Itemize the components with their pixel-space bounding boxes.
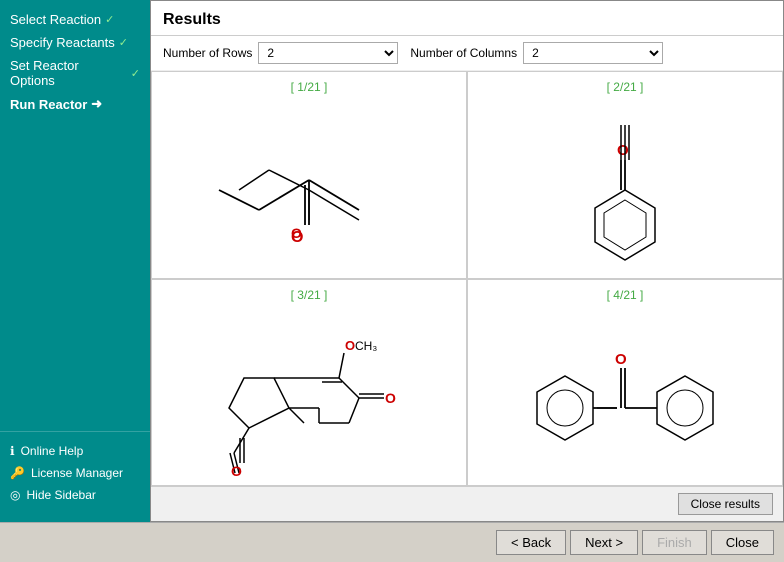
molecule-2: O (476, 100, 774, 280)
set-reactor-check: ✓ (131, 67, 140, 80)
svg-text:O: O (385, 390, 396, 406)
sidebar-item-set-reactor-options[interactable]: Set Reactor Options ✓ (0, 54, 150, 92)
app-container: Select Reaction ✓ Specify Reactants ✓ Se… (0, 0, 784, 562)
sidebar-item-label: Run Reactor (10, 97, 87, 112)
content-area: Results Number of Rows 2 1 3 4 Number of… (150, 0, 784, 522)
result-cell-3: [ 3/21 ] (151, 279, 467, 487)
specify-reactants-check: ✓ (119, 36, 128, 49)
license-manager-item[interactable]: 🔑 License Manager (0, 462, 150, 484)
online-help-item[interactable]: ℹ Online Help (0, 440, 150, 462)
run-reactor-arrow: ➜ (91, 96, 102, 112)
help-icon: ℹ (10, 444, 15, 458)
molecule-3: O O CH₃ (160, 308, 458, 487)
rows-label: Number of Rows (163, 46, 252, 60)
rows-select[interactable]: 2 1 3 4 (258, 42, 398, 64)
result-cell-4: [ 4/21 ] (467, 279, 783, 487)
cols-label: Number of Columns (410, 46, 517, 60)
sidebar-item-label: Select Reaction (10, 12, 101, 27)
svg-text:O: O (291, 229, 303, 246)
sidebar-item-select-reaction[interactable]: Select Reaction ✓ (0, 8, 150, 31)
result-cell-2: [ 2/21 ] (467, 71, 783, 279)
results-title: Results (151, 1, 783, 36)
rows-control: Number of Rows 2 1 3 4 (163, 42, 398, 64)
sidebar: Select Reaction ✓ Specify Reactants ✓ Se… (0, 0, 150, 522)
hide-sidebar-label: Hide Sidebar (26, 488, 95, 502)
bottom-bar: < Back Next > Finish Close (0, 522, 784, 562)
key-icon: 🔑 (10, 466, 25, 480)
svg-text:O: O (615, 351, 627, 368)
close-button[interactable]: Close (711, 530, 774, 555)
svg-text:O: O (617, 142, 629, 159)
results-grid: [ 1/21 ] (151, 71, 783, 486)
sidebar-toggle-icon: ◎ (10, 488, 20, 502)
molecule-4: O (476, 308, 774, 487)
cell-4-label: [ 4/21 ] (607, 288, 644, 302)
sidebar-item-run-reactor[interactable]: Run Reactor ➜ (0, 92, 150, 116)
main-area: Select Reaction ✓ Specify Reactants ✓ Se… (0, 0, 784, 522)
online-help-label: Online Help (21, 444, 84, 458)
close-results-button[interactable]: Close results (678, 493, 773, 515)
cell-2-label: [ 2/21 ] (607, 80, 644, 94)
sidebar-item-specify-reactants[interactable]: Specify Reactants ✓ (0, 31, 150, 54)
sidebar-item-label: Set Reactor Options (10, 58, 127, 88)
license-manager-label: License Manager (31, 466, 123, 480)
finish-button[interactable]: Finish (642, 530, 707, 555)
next-button[interactable]: Next > (570, 530, 638, 555)
result-cell-1: [ 1/21 ] (151, 71, 467, 279)
sidebar-bottom: ℹ Online Help 🔑 License Manager ◎ Hide S… (0, 431, 150, 514)
svg-text:CH₃: CH₃ (355, 339, 377, 353)
cell-3-label: [ 3/21 ] (291, 288, 328, 302)
svg-text:O: O (345, 338, 355, 353)
cell-1-label: [ 1/21 ] (291, 80, 328, 94)
cols-select[interactable]: 2 1 3 4 (523, 42, 663, 64)
select-reaction-check: ✓ (105, 13, 114, 26)
results-grid-container[interactable]: [ 1/21 ] (151, 71, 783, 486)
results-controls: Number of Rows 2 1 3 4 Number of Columns… (151, 36, 783, 71)
hide-sidebar-item[interactable]: ◎ Hide Sidebar (0, 484, 150, 506)
results-footer: Close results (151, 486, 783, 521)
molecule-1: O (160, 100, 458, 270)
back-button[interactable]: < Back (496, 530, 566, 555)
svg-text:O: O (231, 463, 242, 479)
sidebar-item-label: Specify Reactants (10, 35, 115, 50)
cols-control: Number of Columns 2 1 3 4 (410, 42, 663, 64)
sidebar-spacer (0, 116, 150, 431)
